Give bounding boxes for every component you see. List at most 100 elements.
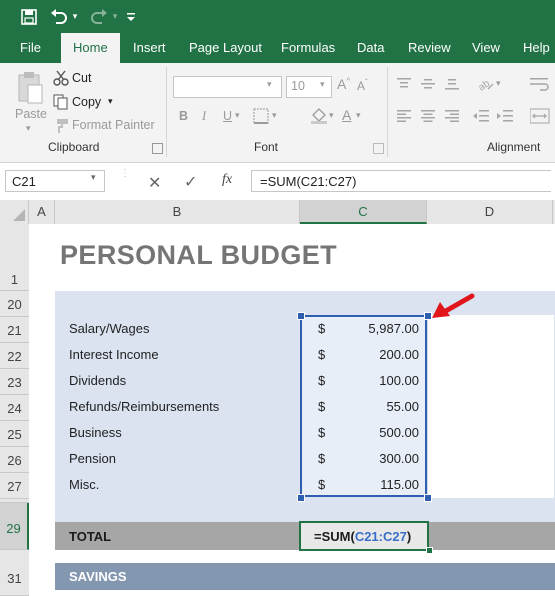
income-amount-5[interactable]: 500.00 bbox=[330, 425, 419, 440]
row-header-26[interactable]: 26 bbox=[0, 447, 29, 473]
income-label-1: Salary/Wages bbox=[69, 321, 150, 336]
fill-handle[interactable] bbox=[426, 547, 433, 554]
total-formula-suffix: ) bbox=[406, 529, 412, 544]
column-header-d[interactable]: D bbox=[427, 200, 553, 224]
undo-icon[interactable] bbox=[48, 0, 70, 33]
format-painter-button[interactable]: Format Painter bbox=[72, 118, 155, 132]
tab-home[interactable]: Home bbox=[61, 33, 120, 63]
currency-symbol: $ bbox=[318, 321, 326, 336]
currency-symbol: $ bbox=[318, 347, 326, 362]
redo-dropdown-icon[interactable]: ▾ bbox=[110, 0, 120, 33]
currency-symbol: $ bbox=[318, 425, 326, 440]
row-header-23[interactable]: 23 bbox=[0, 369, 29, 395]
cut-button[interactable]: Cut bbox=[72, 71, 91, 85]
cut-icon bbox=[53, 70, 69, 86]
font-size-chevron-icon[interactable]: ▾ bbox=[320, 79, 325, 90]
underline-dropdown-icon[interactable]: ▾ bbox=[235, 110, 240, 121]
tab-formulas[interactable]: Formulas bbox=[281, 33, 335, 63]
redo-icon[interactable] bbox=[88, 0, 110, 33]
total-formula-text[interactable]: =SUM(C21:C27) bbox=[314, 529, 411, 544]
customize-icon[interactable] bbox=[124, 0, 138, 33]
grow-font-icon[interactable]: A^ bbox=[337, 76, 350, 92]
red-arrow-icon bbox=[430, 292, 476, 322]
tab-view[interactable]: View bbox=[472, 33, 500, 63]
tab-help[interactable]: Help bbox=[523, 33, 550, 63]
column-header-c[interactable]: C bbox=[300, 200, 427, 224]
undo-dropdown-icon[interactable]: ▾ bbox=[70, 0, 80, 33]
italic-button[interactable]: I bbox=[202, 109, 206, 124]
font-launcher-icon[interactable] bbox=[373, 143, 384, 154]
copy-button[interactable]: Copy bbox=[72, 95, 101, 109]
name-box[interactable]: C21 bbox=[5, 170, 105, 192]
paste-icon[interactable] bbox=[16, 71, 44, 105]
tab-data[interactable]: Data bbox=[357, 33, 384, 63]
select-all-corner[interactable] bbox=[0, 200, 29, 224]
orientation-dropdown-icon[interactable]: ▾ bbox=[496, 78, 501, 89]
align-middle-icon[interactable] bbox=[421, 78, 435, 90]
font-color-dropdown-icon[interactable]: ▾ bbox=[356, 110, 361, 121]
income-amount-7[interactable]: 115.00 bbox=[330, 477, 419, 492]
ribbon-tabs: File Home Insert Page Layout Formulas Da… bbox=[0, 33, 555, 63]
row-header-1[interactable]: 1 bbox=[0, 224, 29, 291]
tab-insert[interactable]: Insert bbox=[133, 33, 166, 63]
align-top-icon[interactable] bbox=[397, 78, 411, 90]
decrease-indent-icon[interactable] bbox=[473, 110, 489, 122]
row-header-24[interactable]: 24 bbox=[0, 395, 29, 421]
income-label-5: Business bbox=[69, 425, 122, 440]
enter-icon[interactable]: ✓ bbox=[184, 172, 197, 192]
align-left-icon[interactable] bbox=[397, 110, 411, 122]
fill-color-dropdown-icon[interactable]: ▾ bbox=[329, 110, 334, 121]
selection-handle-top-left[interactable] bbox=[297, 312, 305, 320]
selection-handle-bottom-right[interactable] bbox=[424, 494, 432, 502]
underline-button[interactable]: U bbox=[223, 109, 232, 123]
align-bottom-icon[interactable] bbox=[445, 78, 459, 90]
align-right-icon[interactable] bbox=[445, 110, 459, 122]
income-amount-2[interactable]: 200.00 bbox=[330, 347, 419, 362]
row-header-29[interactable]: 29 bbox=[0, 503, 29, 550]
cancel-icon[interactable]: ✕ bbox=[148, 173, 161, 193]
tab-review[interactable]: Review bbox=[408, 33, 451, 63]
row-header-27[interactable]: 27 bbox=[0, 473, 29, 499]
row-header-25[interactable]: 25 bbox=[0, 421, 29, 447]
clipboard-group-label: Clipboard bbox=[48, 140, 100, 154]
tab-page-layout[interactable]: Page Layout bbox=[189, 33, 262, 63]
name-box-dropdown-icon[interactable]: ▾ bbox=[91, 172, 96, 183]
font-color-icon[interactable]: A bbox=[342, 107, 351, 123]
wrap-text-icon[interactable] bbox=[530, 77, 550, 91]
merge-center-icon[interactable] bbox=[529, 108, 550, 124]
tab-file[interactable]: File bbox=[20, 33, 41, 63]
income-amount-4[interactable]: 55.00 bbox=[330, 399, 419, 414]
row-header-21[interactable]: 21 bbox=[0, 317, 29, 343]
ribbon: Paste ▾ Cut Copy ▾ Format Painter Clipbo… bbox=[0, 63, 555, 163]
copy-dropdown-icon[interactable]: ▾ bbox=[108, 96, 113, 107]
shrink-font-icon[interactable]: Aˇ bbox=[357, 78, 368, 93]
insert-function-button[interactable]: fx bbox=[222, 172, 232, 188]
paste-dropdown-icon[interactable]: ▾ bbox=[26, 123, 31, 134]
orientation-icon[interactable]: ab bbox=[476, 75, 494, 94]
income-label-7: Misc. bbox=[69, 477, 100, 492]
borders-icon[interactable] bbox=[253, 108, 269, 124]
column-header-a[interactable]: A bbox=[29, 200, 55, 224]
borders-dropdown-icon[interactable]: ▾ bbox=[272, 110, 277, 121]
font-name-chevron-icon[interactable]: ▾ bbox=[267, 79, 272, 90]
align-center-icon[interactable] bbox=[421, 110, 435, 122]
fill-color-icon[interactable] bbox=[310, 108, 328, 124]
row-header-22[interactable]: 22 bbox=[0, 343, 29, 369]
bold-button[interactable]: B bbox=[179, 109, 188, 123]
clipboard-launcher-icon[interactable] bbox=[152, 143, 163, 154]
column-header-b[interactable]: B bbox=[55, 200, 300, 224]
save-icon[interactable] bbox=[18, 0, 40, 33]
row-header-20[interactable]: 20 bbox=[0, 291, 29, 317]
income-amount-6[interactable]: 300.00 bbox=[330, 451, 419, 466]
savings-header-band bbox=[55, 563, 555, 590]
font-name-dropdown[interactable] bbox=[173, 76, 282, 98]
formula-input[interactable]: =SUM(C21:C27) bbox=[251, 170, 551, 192]
total-formula-prefix: =SUM( bbox=[314, 529, 355, 544]
selection-handle-bottom-left[interactable] bbox=[297, 494, 305, 502]
increase-indent-icon[interactable] bbox=[497, 110, 513, 122]
paste-button[interactable]: Paste bbox=[15, 107, 47, 121]
income-amount-1[interactable]: 5,987.00 bbox=[330, 321, 419, 336]
income-amount-3[interactable]: 100.00 bbox=[330, 373, 419, 388]
row-header-31[interactable]: 31 bbox=[0, 564, 29, 596]
sheet-title: PERSONAL BUDGET bbox=[60, 240, 338, 270]
